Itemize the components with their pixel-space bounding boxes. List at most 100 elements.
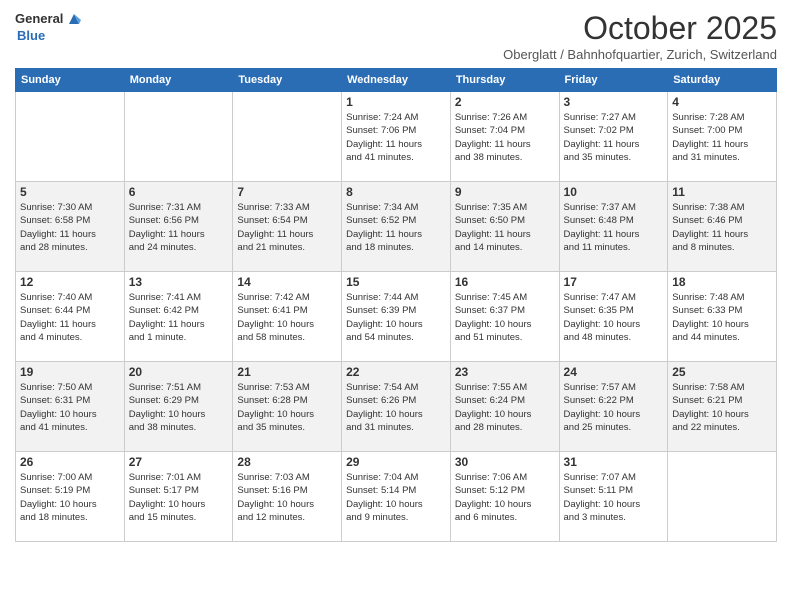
- weekday-header-thursday: Thursday: [450, 69, 559, 92]
- day-info: Sunrise: 7:57 AM Sunset: 6:22 PM Dayligh…: [564, 381, 664, 434]
- calendar-cell: 31 Sunrise: 7:07 AM Sunset: 5:11 PM Dayli…: [559, 452, 668, 542]
- calendar-cell: 10Sunrise: 7:37 AM Sunset: 6:48 PM Dayli…: [559, 182, 668, 272]
- day-number: 21: [237, 365, 337, 379]
- day-number: 28: [237, 455, 337, 469]
- calendar-cell: 23 Sunrise: 7:55 AM Sunset: 6:24 PM Dayli…: [450, 362, 559, 452]
- day-info: Sunrise: 7:50 AM Sunset: 6:31 PM Dayligh…: [20, 381, 120, 434]
- day-number: 16: [455, 275, 555, 289]
- weekday-header-monday: Monday: [124, 69, 233, 92]
- calendar-cell: 8 Sunrise: 7:34 AM Sunset: 6:52 PM Daylig…: [342, 182, 451, 272]
- logo-icon: [65, 10, 83, 28]
- day-number: 4: [672, 95, 772, 109]
- calendar-cell: 27 Sunrise: 7:01 AM Sunset: 5:17 PM Dayli…: [124, 452, 233, 542]
- day-number: 24: [564, 365, 664, 379]
- day-info: Sunrise: 7:28 AM Sunset: 7:00 PM Dayligh…: [672, 111, 772, 164]
- calendar-cell: [668, 452, 777, 542]
- day-number: 30: [455, 455, 555, 469]
- day-number: 23: [455, 365, 555, 379]
- day-number: 6: [129, 185, 229, 199]
- page-header: General Blue October 2025 Oberglatt / Ba…: [15, 10, 777, 62]
- day-info: Sunrise: 7:58 AM Sunset: 6:21 PM Dayligh…: [672, 381, 772, 434]
- logo-blue-text: Blue: [17, 28, 45, 44]
- calendar-week-row: 5 Sunrise: 7:30 AM Sunset: 6:58 PM Daylig…: [16, 182, 777, 272]
- calendar-table: SundayMondayTuesdayWednesdayThursdayFrid…: [15, 68, 777, 542]
- day-number: 11: [672, 185, 772, 199]
- day-number: 13: [129, 275, 229, 289]
- day-info: Sunrise: 7:00 AM Sunset: 5:19 PM Dayligh…: [20, 471, 120, 524]
- weekday-header-tuesday: Tuesday: [233, 69, 342, 92]
- day-info: Sunrise: 7:35 AM Sunset: 6:50 PM Dayligh…: [455, 201, 555, 254]
- day-number: 14: [237, 275, 337, 289]
- calendar-cell: 6Sunrise: 7:31 AM Sunset: 6:56 PM Daylig…: [124, 182, 233, 272]
- weekday-header-saturday: Saturday: [668, 69, 777, 92]
- weekday-header-row: SundayMondayTuesdayWednesdayThursdayFrid…: [16, 69, 777, 92]
- day-number: 18: [672, 275, 772, 289]
- logo: General Blue: [15, 10, 83, 44]
- calendar-cell: 7Sunrise: 7:33 AM Sunset: 6:54 PM Daylig…: [233, 182, 342, 272]
- calendar-cell: 29Sunrise: 7:04 AM Sunset: 5:14 PM Dayli…: [342, 452, 451, 542]
- day-info: Sunrise: 7:26 AM Sunset: 7:04 PM Dayligh…: [455, 111, 555, 164]
- day-info: Sunrise: 7:07 AM Sunset: 5:11 PM Dayligh…: [564, 471, 664, 524]
- calendar-cell: 17Sunrise: 7:47 AM Sunset: 6:35 PM Dayli…: [559, 272, 668, 362]
- calendar-cell: 19Sunrise: 7:50 AM Sunset: 6:31 PM Dayli…: [16, 362, 125, 452]
- day-info: Sunrise: 7:03 AM Sunset: 5:16 PM Dayligh…: [237, 471, 337, 524]
- calendar-cell: 11 Sunrise: 7:38 AM Sunset: 6:46 PM Dayli…: [668, 182, 777, 272]
- weekday-header-friday: Friday: [559, 69, 668, 92]
- day-number: 8: [346, 185, 446, 199]
- calendar-cell: 28 Sunrise: 7:03 AM Sunset: 5:16 PM Dayli…: [233, 452, 342, 542]
- day-info: Sunrise: 7:24 AM Sunset: 7:06 PM Dayligh…: [346, 111, 446, 164]
- day-info: Sunrise: 7:51 AM Sunset: 6:29 PM Dayligh…: [129, 381, 229, 434]
- calendar-cell: 25 Sunrise: 7:58 AM Sunset: 6:21 PM Dayli…: [668, 362, 777, 452]
- calendar-cell: [233, 92, 342, 182]
- calendar-cell: 3Sunrise: 7:27 AM Sunset: 7:02 PM Daylig…: [559, 92, 668, 182]
- calendar-cell: 20Sunrise: 7:51 AM Sunset: 6:29 PM Dayli…: [124, 362, 233, 452]
- day-info: Sunrise: 7:55 AM Sunset: 6:24 PM Dayligh…: [455, 381, 555, 434]
- calendar-cell: 24 Sunrise: 7:57 AM Sunset: 6:22 PM Dayli…: [559, 362, 668, 452]
- day-number: 22: [346, 365, 446, 379]
- day-number: 5: [20, 185, 120, 199]
- calendar-week-row: 1Sunrise: 7:24 AM Sunset: 7:06 PM Daylig…: [16, 92, 777, 182]
- calendar-cell: 21 Sunrise: 7:53 AM Sunset: 6:28 PM Dayli…: [233, 362, 342, 452]
- day-number: 9: [455, 185, 555, 199]
- day-number: 31: [564, 455, 664, 469]
- day-number: 12: [20, 275, 120, 289]
- day-number: 3: [564, 95, 664, 109]
- day-info: Sunrise: 7:48 AM Sunset: 6:33 PM Dayligh…: [672, 291, 772, 344]
- day-info: Sunrise: 7:37 AM Sunset: 6:48 PM Dayligh…: [564, 201, 664, 254]
- day-info: Sunrise: 7:01 AM Sunset: 5:17 PM Dayligh…: [129, 471, 229, 524]
- day-number: 27: [129, 455, 229, 469]
- day-info: Sunrise: 7:53 AM Sunset: 6:28 PM Dayligh…: [237, 381, 337, 434]
- calendar-cell: 22Sunrise: 7:54 AM Sunset: 6:26 PM Dayli…: [342, 362, 451, 452]
- calendar-cell: 4 Sunrise: 7:28 AM Sunset: 7:00 PM Daylig…: [668, 92, 777, 182]
- calendar-cell: 26 Sunrise: 7:00 AM Sunset: 5:19 PM Dayli…: [16, 452, 125, 542]
- day-info: Sunrise: 7:33 AM Sunset: 6:54 PM Dayligh…: [237, 201, 337, 254]
- day-number: 25: [672, 365, 772, 379]
- day-info: Sunrise: 7:30 AM Sunset: 6:58 PM Dayligh…: [20, 201, 120, 254]
- calendar-week-row: 26 Sunrise: 7:00 AM Sunset: 5:19 PM Dayli…: [16, 452, 777, 542]
- day-info: Sunrise: 7:41 AM Sunset: 6:42 PM Dayligh…: [129, 291, 229, 344]
- calendar-week-row: 12 Sunrise: 7:40 AM Sunset: 6:44 PM Dayli…: [16, 272, 777, 362]
- calendar-week-row: 19Sunrise: 7:50 AM Sunset: 6:31 PM Dayli…: [16, 362, 777, 452]
- calendar-cell: 16 Sunrise: 7:45 AM Sunset: 6:37 PM Dayli…: [450, 272, 559, 362]
- month-title: October 2025: [503, 10, 777, 47]
- calendar-cell: 15 Sunrise: 7:44 AM Sunset: 6:39 PM Dayli…: [342, 272, 451, 362]
- title-section: October 2025 Oberglatt / Bahnhofquartier…: [503, 10, 777, 62]
- location-subtitle: Oberglatt / Bahnhofquartier, Zurich, Swi…: [503, 47, 777, 62]
- day-info: Sunrise: 7:40 AM Sunset: 6:44 PM Dayligh…: [20, 291, 120, 344]
- day-info: Sunrise: 7:34 AM Sunset: 6:52 PM Dayligh…: [346, 201, 446, 254]
- calendar-cell: 5 Sunrise: 7:30 AM Sunset: 6:58 PM Daylig…: [16, 182, 125, 272]
- day-number: 2: [455, 95, 555, 109]
- day-number: 15: [346, 275, 446, 289]
- calendar-cell: [16, 92, 125, 182]
- calendar-cell: 9 Sunrise: 7:35 AM Sunset: 6:50 PM Daylig…: [450, 182, 559, 272]
- calendar-cell: 13 Sunrise: 7:41 AM Sunset: 6:42 PM Dayli…: [124, 272, 233, 362]
- calendar-cell: 12 Sunrise: 7:40 AM Sunset: 6:44 PM Dayli…: [16, 272, 125, 362]
- day-number: 26: [20, 455, 120, 469]
- logo-general-text: General: [15, 11, 63, 27]
- calendar-cell: 2 Sunrise: 7:26 AM Sunset: 7:04 PM Daylig…: [450, 92, 559, 182]
- day-info: Sunrise: 7:45 AM Sunset: 6:37 PM Dayligh…: [455, 291, 555, 344]
- calendar-cell: 18 Sunrise: 7:48 AM Sunset: 6:33 PM Dayli…: [668, 272, 777, 362]
- day-info: Sunrise: 7:42 AM Sunset: 6:41 PM Dayligh…: [237, 291, 337, 344]
- day-info: Sunrise: 7:44 AM Sunset: 6:39 PM Dayligh…: [346, 291, 446, 344]
- day-info: Sunrise: 7:38 AM Sunset: 6:46 PM Dayligh…: [672, 201, 772, 254]
